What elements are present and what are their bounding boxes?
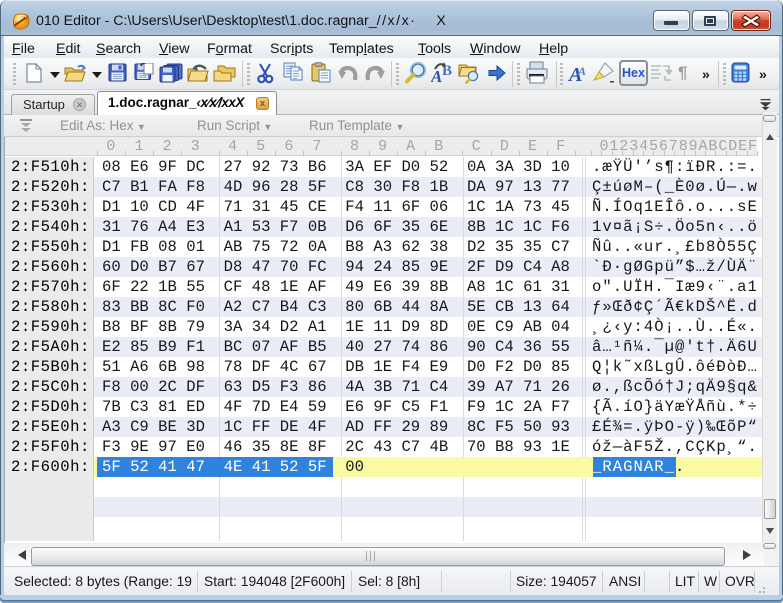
svg-text:A: A: [577, 64, 586, 78]
svg-text:A: A: [431, 67, 442, 85]
